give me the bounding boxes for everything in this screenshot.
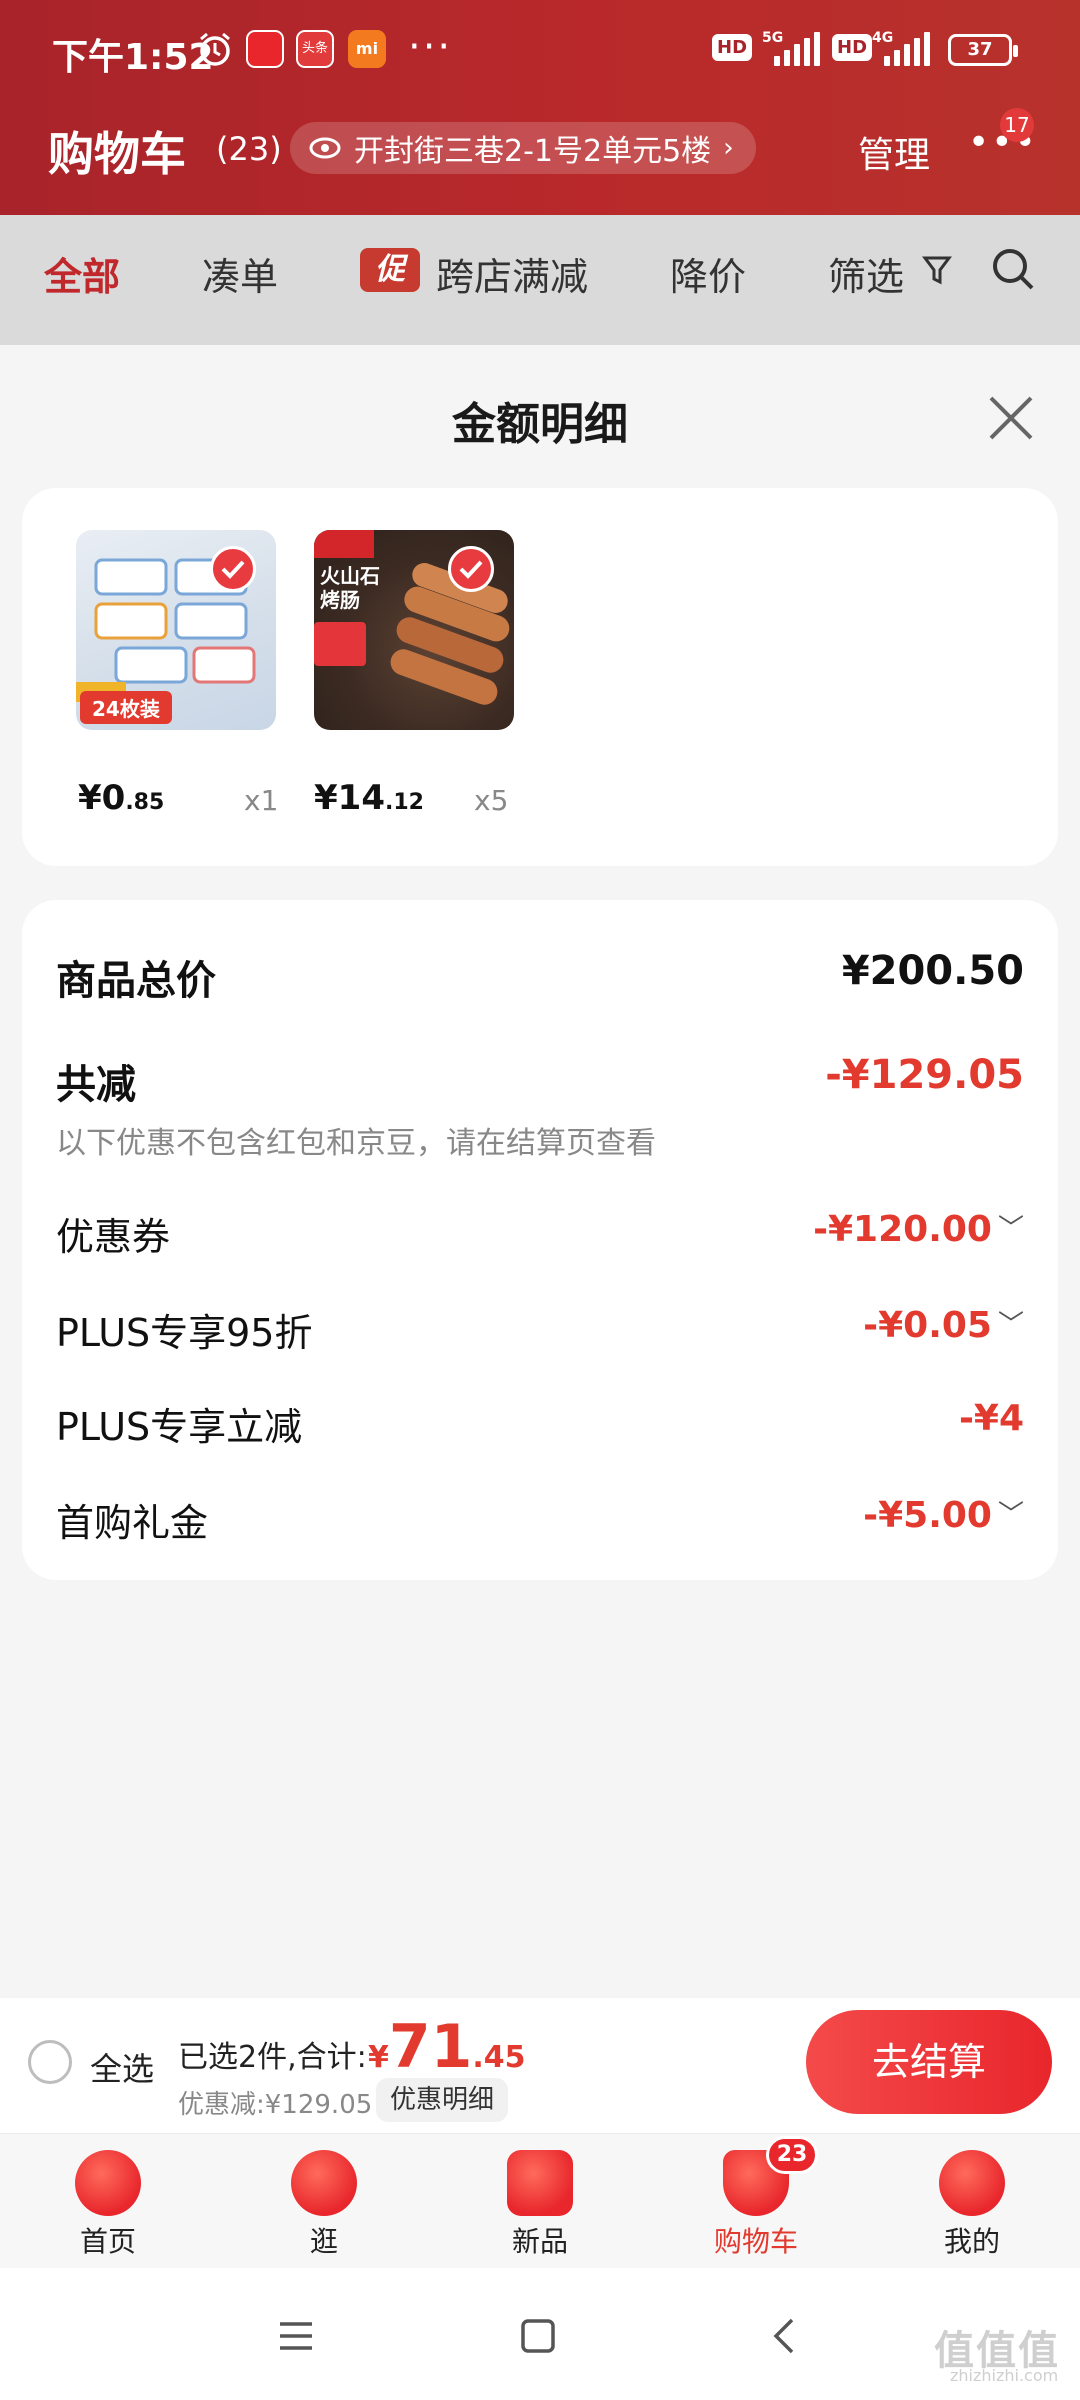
manage-button[interactable]: 管理 [858,126,930,178]
profile-icon [939,2150,1005,2216]
tab-browse[interactable]: 逛 [254,2140,394,2260]
chevron-down-icon: ﹀ [997,1500,1024,1530]
signal-icon-2 [884,30,930,66]
cart-badge: 23 [766,2136,818,2174]
filter-price-drop[interactable]: 降价 [670,246,746,301]
selected-check-icon[interactable] [448,546,494,592]
menu-icon[interactable] [276,2316,316,2356]
tab-label: 逛 [309,2225,338,2258]
total-reduction-label: 共减 [56,1062,136,1108]
select-all-label[interactable]: 全选 [90,2044,154,2090]
product-image-caption: 火山石烤肠 [320,564,380,612]
discount-label-coupon: 优惠券 [56,1215,171,1259]
total-price-value: ¥200.50 [841,948,1024,994]
select-all-checkbox[interactable] [28,2040,72,2084]
tab-label: 购物车 [713,2225,798,2258]
watermark-url: zhizhizhi.com [950,2366,1059,2385]
discount-label-plus-instant: PLUS专享立减 [56,1405,303,1449]
app-notification-icon [246,30,284,68]
chevron-down-icon: ﹀ [997,1310,1024,1340]
filter-all[interactable]: 全部 [44,246,120,301]
address-selector[interactable]: 开封街三巷2-1号2单元5楼 › [290,122,756,174]
search-icon[interactable] [990,246,1036,292]
product-image-caption: 24枚装 [80,691,172,724]
browse-icon [291,2150,357,2216]
total-reduction-value: -¥129.05 [825,1052,1024,1098]
checkout-button[interactable]: 去结算 [806,2010,1052,2114]
discount-detail-button[interactable]: 优惠明细 [376,2078,509,2122]
cart-count: (23) [216,130,282,168]
signal-icon [774,30,820,66]
home-button-icon[interactable] [518,2316,558,2356]
discount-note: 以下优惠不包含红包和京豆，请在结算页查看 [56,1126,656,1161]
product-quantity: x5 [474,784,509,817]
tab-new[interactable]: 新品 [470,2140,610,2260]
page-title: 购物车 [48,127,186,181]
chevron-down-icon: ﹀ [997,1214,1024,1244]
discount-label-plus-95: PLUS专享95折 [56,1311,313,1355]
selected-summary: 已选2件,合计: [178,2040,367,2075]
filter-cross-store[interactable]: 跨店满减 [436,246,588,301]
discount-value-plus-instant: -¥4 [958,1398,1024,1439]
mi-icon: mi [348,30,386,68]
new-icon [507,2150,573,2216]
more-notifications-icon: ··· [408,24,453,70]
tab-label: 新品 [511,2225,568,2258]
back-icon[interactable] [766,2316,806,2356]
hd-icon: HD [712,34,753,61]
discount-value-coupon[interactable]: -¥120.00 ﹀ [813,1208,1024,1250]
discount-value-plus-95[interactable]: -¥0.05 ﹀ [863,1304,1024,1346]
promo-tag: 促 [360,248,420,292]
toutiao-icon: 头条 [296,30,334,68]
chevron-right-icon: › [723,133,734,163]
discount-summary: 优惠减:¥129.05 [178,2090,373,2120]
hd-icon-2: HD [832,34,873,61]
alarm-icon [196,30,234,68]
filter-icon[interactable] [922,254,952,288]
address-text: 开封街三巷2-1号2单元5楼 [354,134,712,169]
tab-profile[interactable]: 我的 [902,2140,1042,2260]
product-price: ¥0.85 [78,778,165,818]
close-icon[interactable] [985,392,1037,444]
message-badge: 17 [1000,108,1034,142]
product-quantity: x1 [244,784,279,817]
filter-bundle[interactable]: 凑单 [202,246,278,301]
tab-label: 首页 [79,2225,136,2258]
selected-check-icon[interactable] [210,546,256,592]
total-price-label: 商品总价 [56,958,216,1004]
tab-home[interactable]: 首页 [38,2140,178,2260]
sheet-title: 金额明细 [452,399,628,450]
battery-icon: 37 [948,34,1018,66]
product-price: ¥14.12 [314,778,424,818]
status-time: 下午1:52 [52,37,214,78]
tab-label: 我的 [943,2225,1000,2258]
eye-icon [309,137,341,159]
discount-label-first-buy: 首购礼金 [56,1501,209,1545]
filter-screen[interactable]: 筛选 [828,246,904,301]
home-icon [75,2150,141,2216]
total-amount: ¥71.45 [368,2012,526,2082]
status-bar: 下午1:52 头条 mi ··· HD 5G HD 4G 37 [0,0,1080,104]
discount-value-first-buy[interactable]: -¥5.00 ﹀ [863,1494,1024,1536]
